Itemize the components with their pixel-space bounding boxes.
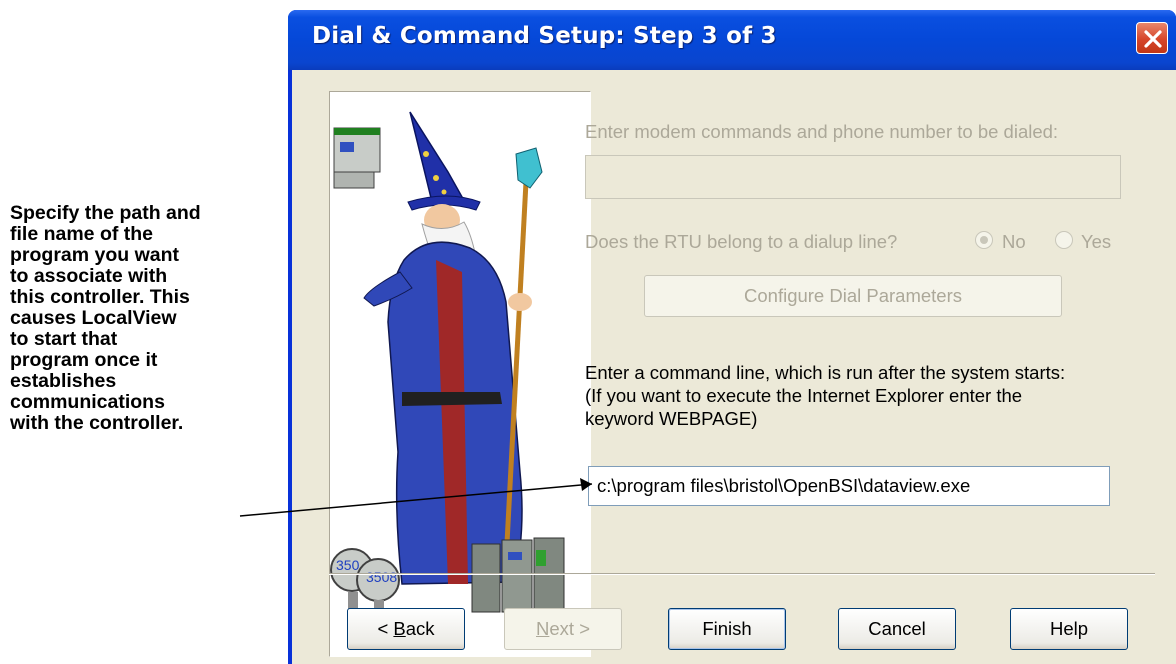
modem-commands-input[interactable]: [585, 155, 1121, 199]
back-button[interactable]: < Back: [347, 608, 465, 650]
badge-350: 350: [336, 557, 360, 573]
help-button[interactable]: Help: [1010, 608, 1128, 650]
window-title: Dial & Command Setup: Step 3 of 3: [312, 23, 777, 49]
command-line-label: Enter a command line, which is run after…: [585, 362, 1066, 383]
callout-line: to associate with: [10, 265, 168, 287]
close-button[interactable]: [1136, 22, 1168, 54]
dialup-question-label: Does the RTU belong to a dialup line?: [585, 231, 898, 252]
callout-line: communications: [10, 391, 165, 413]
callout-line: with the controller.: [10, 412, 184, 434]
dialog-client-area: 350 3508 Enter modem commands and phone …: [292, 70, 1176, 664]
badge-3508: 3508: [366, 569, 398, 585]
callout-line: file name of the: [10, 223, 154, 245]
dialup-no-label: No: [1002, 231, 1026, 252]
dialup-yes-radio[interactable]: [1055, 231, 1073, 249]
callout-line: to start that: [10, 328, 118, 350]
button-separator: [329, 573, 1155, 575]
callout-line: establishes: [10, 370, 117, 392]
callout-line: program once it: [10, 349, 158, 371]
title-bar[interactable]: Dial & Command Setup: Step 3 of 3: [288, 10, 1176, 70]
callout-line: program you want: [10, 244, 180, 266]
command-line-hint-keyword: keyword WEBPAGE): [585, 408, 758, 429]
dialup-no-radio[interactable]: [975, 231, 993, 249]
finish-button[interactable]: Finish: [668, 608, 786, 650]
callout-text: Specify the path and file name of the pr…: [10, 203, 280, 434]
cancel-button[interactable]: Cancel: [838, 608, 956, 650]
configure-dial-parameters-button[interactable]: Configure Dial Parameters: [644, 275, 1062, 317]
dialog-window: Dial & Command Setup: Step 3 of 3 350 35…: [288, 10, 1176, 664]
callout-line: Specify the path and: [10, 202, 201, 224]
callout-line: causes LocalView: [10, 307, 177, 329]
command-line-input[interactable]: c:\program files\bristol\OpenBSI\datavie…: [588, 466, 1110, 506]
command-line-hint: (If you want to execute the Internet Exp…: [585, 385, 1023, 406]
dialup-yes-label: Yes: [1081, 231, 1112, 252]
callout-line: this controller. This: [10, 286, 190, 308]
modem-commands-label: Enter modem commands and phone number to…: [585, 121, 1059, 142]
next-button[interactable]: Next >: [504, 608, 622, 650]
close-icon: [1144, 30, 1162, 48]
